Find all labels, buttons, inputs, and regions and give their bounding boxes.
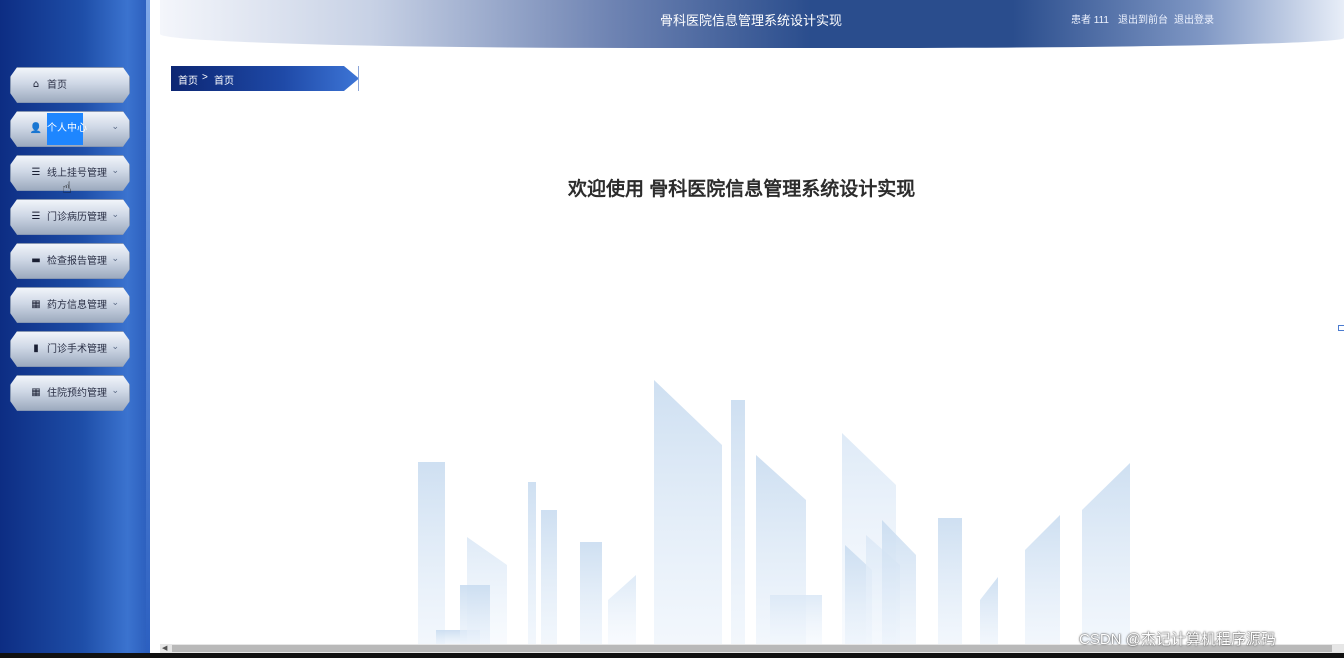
app-title: 骨科医院信息管理系统设计实现 <box>660 13 843 28</box>
watermark: CSDN @杰记计算机程序源码 <box>1079 631 1276 648</box>
mouse-cursor-icon: ☝ <box>62 178 72 197</box>
sidebar-item-outpatient-records[interactable]: ☰ 门诊病历管理 ⌄ <box>10 199 130 235</box>
city-skyline-illustration <box>418 380 1130 645</box>
sidebar-item-label: 首页 <box>47 80 67 91</box>
logout-link[interactable]: 退出登录 <box>1174 11 1214 26</box>
sidebar-item-exam-reports[interactable]: ▬ 检查报告管理 ⌄ <box>10 243 130 279</box>
resize-handle[interactable] <box>1338 325 1344 331</box>
scroll-left-arrow-icon[interactable]: ◀ <box>162 644 167 652</box>
sidebar-item-label: 检查报告管理 <box>47 256 107 267</box>
chevron-down-icon: ⌄ <box>111 122 119 132</box>
grid-icon: ▦ <box>31 299 41 310</box>
chevron-down-icon: ⌄ <box>111 210 119 220</box>
list-icon: ☰ <box>31 211 41 222</box>
current-user: 患者 111 <box>1071 15 1109 26</box>
sidebar-item-label: 住院预约管理 <box>47 388 107 399</box>
top-header: 骨科医院信息管理系统设计实现 患者 111 退出到前台 退出登录 <box>160 0 1344 48</box>
sidebar-item-label: 门诊病历管理 <box>47 212 107 223</box>
sidebar-item-inpatient-booking[interactable]: ▦ 住院预约管理 ⌄ <box>10 375 130 411</box>
window-bottom-edge <box>0 653 1344 658</box>
breadcrumb: 首页 > 首页 <box>171 66 359 91</box>
sidebar-menu: ⌂ 首页 👤 个人中心 ⌄ ☰ 线上挂号管理 ⌄ ☰ 门诊病历管理 ⌄ ▬ 检查… <box>10 67 130 419</box>
sidebar-item-label: 门诊手术管理 <box>47 344 107 355</box>
chevron-down-icon: ⌄ <box>111 254 119 264</box>
breadcrumb-divider <box>358 66 359 91</box>
chevron-down-icon: ⌄ <box>111 166 119 176</box>
user-icon: 👤 <box>29 123 43 134</box>
monitor-icon: ▬ <box>31 255 41 266</box>
chevron-down-icon: ⌄ <box>111 298 119 308</box>
sidebar-item-profile[interactable]: 👤 个人中心 ⌄ <box>10 111 130 147</box>
breadcrumb-home-link[interactable]: 首页 <box>178 72 198 87</box>
back-to-frontend-link[interactable]: 退出到前台 <box>1118 11 1168 26</box>
sidebar-item-label: 线上挂号管理 <box>47 168 107 179</box>
sidebar-item-surgery[interactable]: ▮ 门诊手术管理 ⌄ <box>10 331 130 367</box>
sidebar: ⌂ 首页 👤 个人中心 ⌄ ☰ 线上挂号管理 ⌄ ☰ 门诊病历管理 ⌄ ▬ 检查… <box>0 0 150 658</box>
bar-chart-icon: ▮ <box>33 343 39 354</box>
sidebar-item-prescriptions[interactable]: ▦ 药方信息管理 ⌄ <box>10 287 130 323</box>
welcome-heading: 欢迎使用 骨科医院信息管理系统设计实现 <box>568 179 916 200</box>
breadcrumb-separator: > <box>202 72 208 83</box>
sidebar-item-label: 药方信息管理 <box>47 300 107 311</box>
sidebar-item-label: 个人中心 <box>47 113 87 145</box>
list-icon: ☰ <box>31 167 41 178</box>
breadcrumb-current: 首页 <box>214 76 234 87</box>
sidebar-item-home[interactable]: ⌂ 首页 <box>10 67 130 103</box>
chevron-down-icon: ⌄ <box>111 386 119 396</box>
chevron-down-icon: ⌄ <box>111 342 119 352</box>
grid-icon: ▦ <box>31 387 41 398</box>
home-icon: ⌂ <box>32 79 40 90</box>
